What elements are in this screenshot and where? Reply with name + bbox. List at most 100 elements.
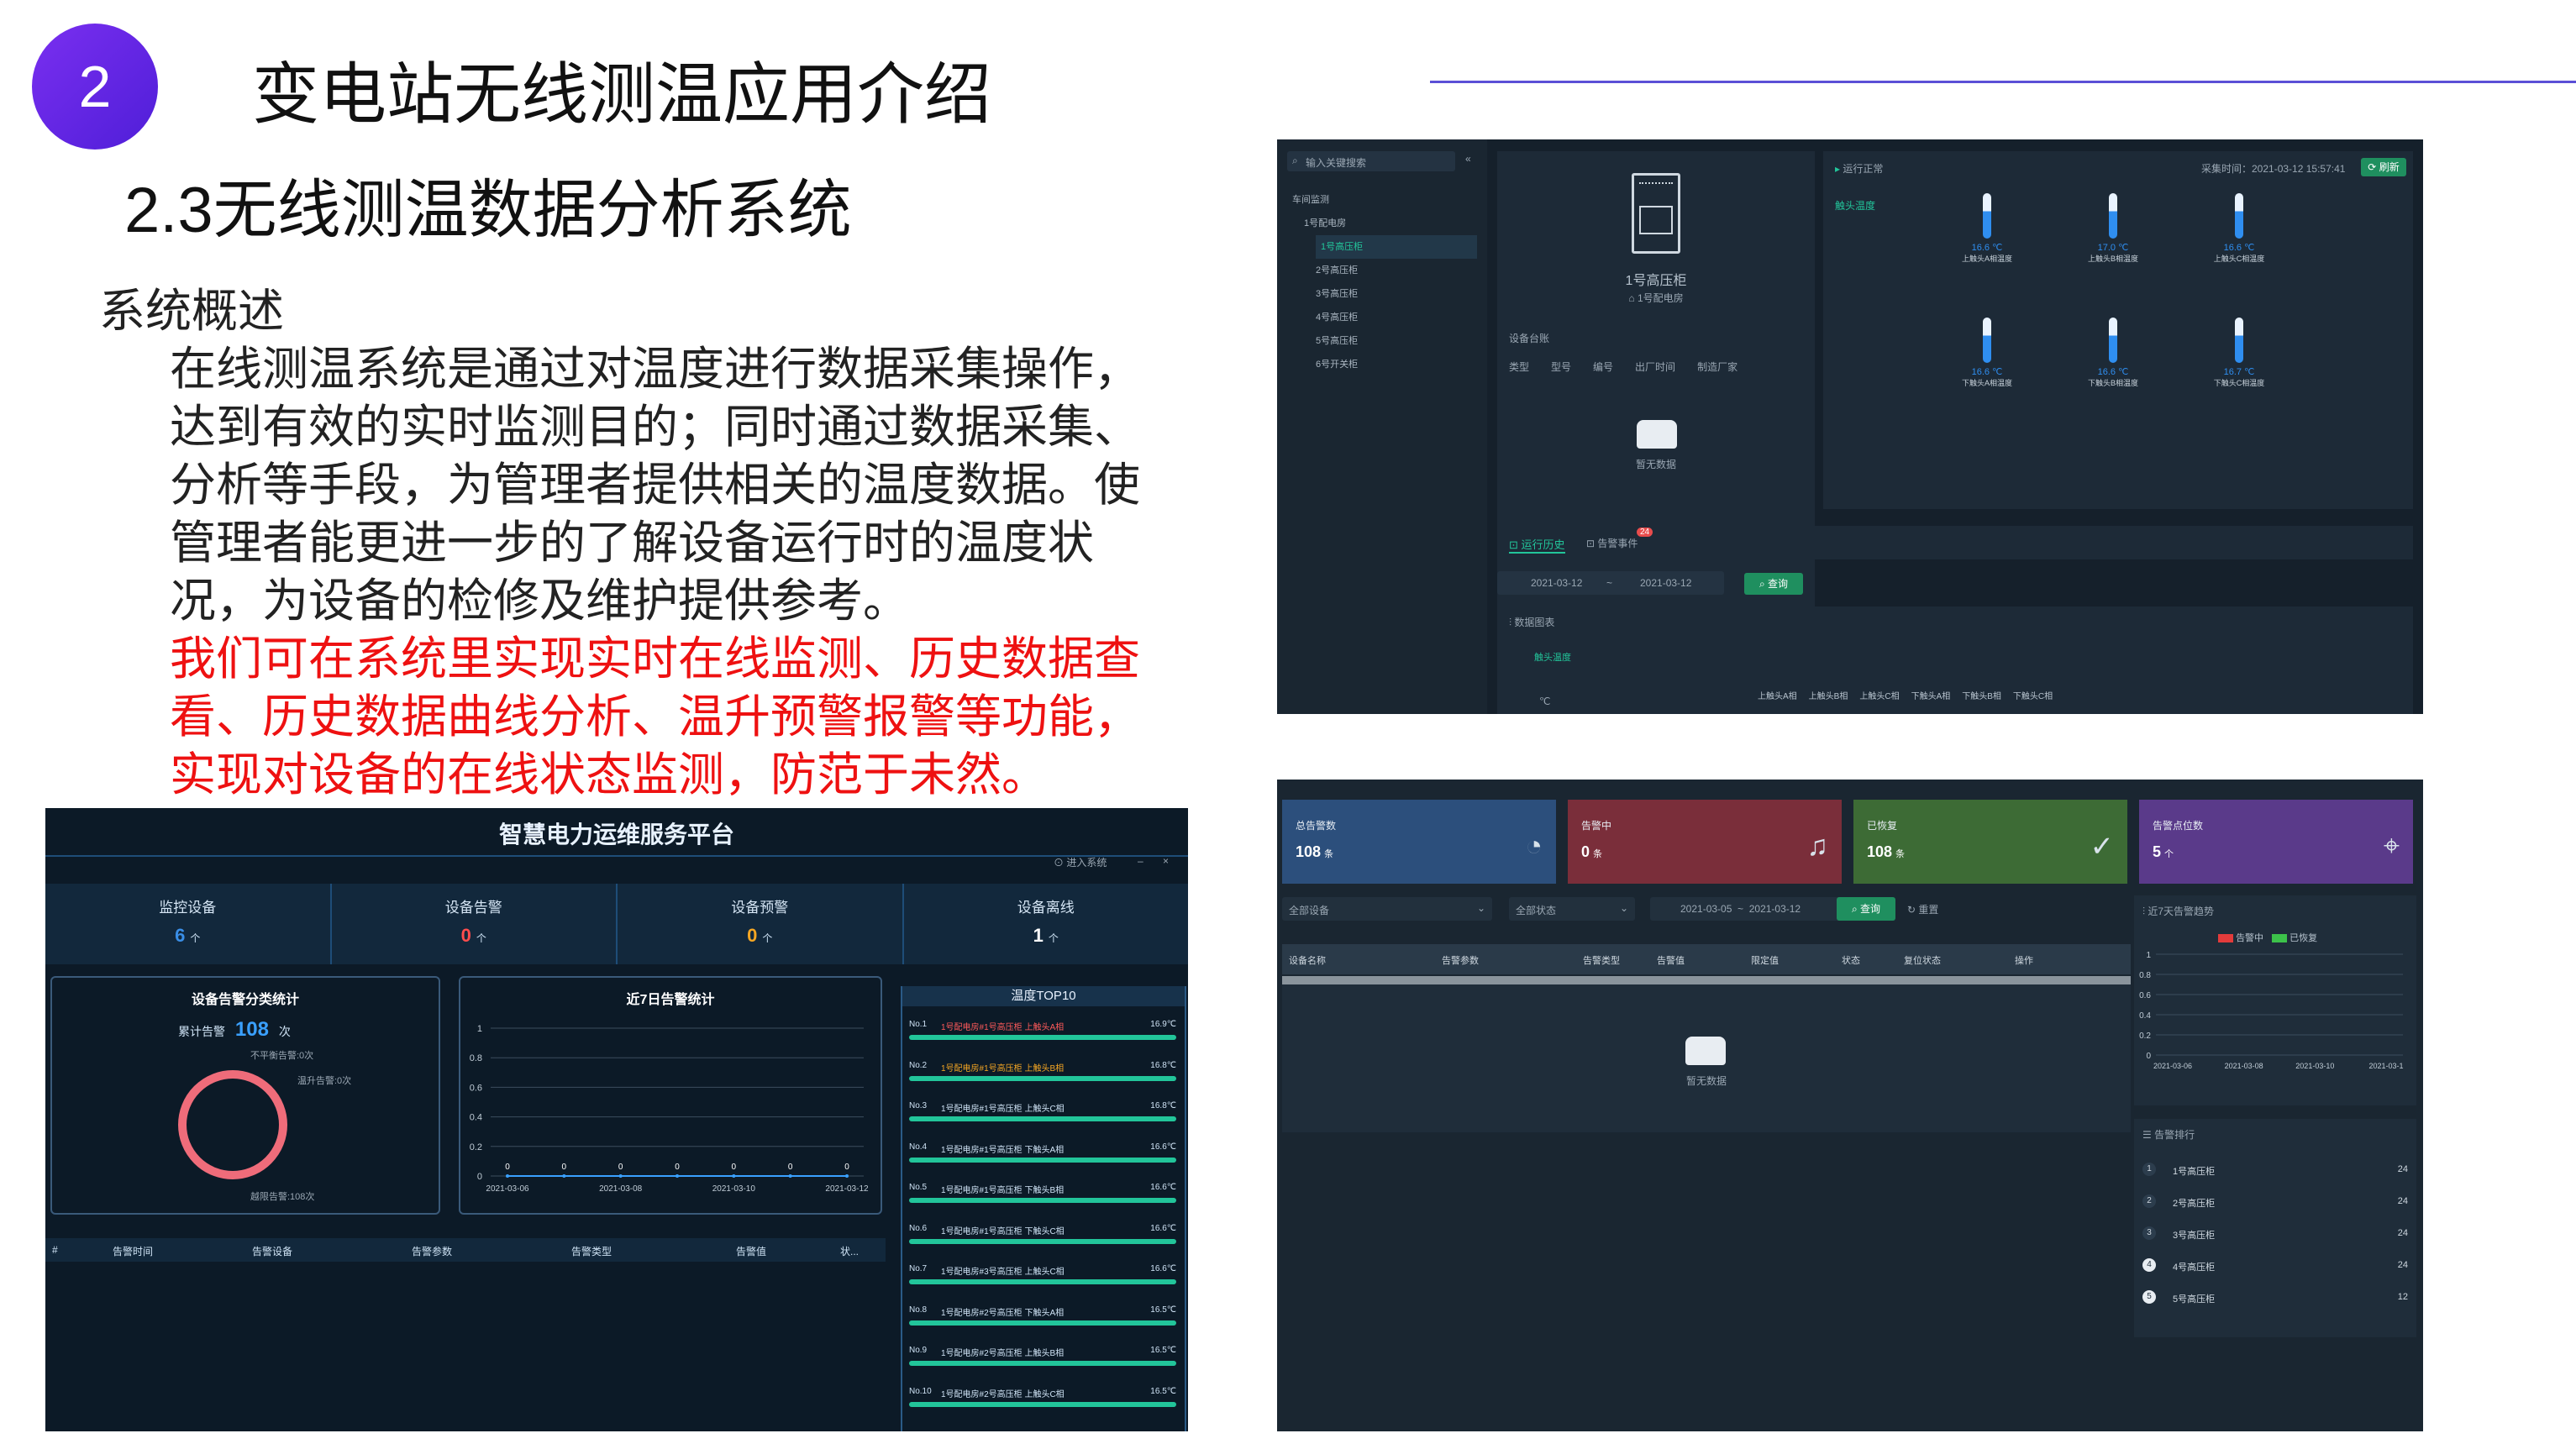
top10-bar xyxy=(909,1075,1176,1081)
summary-card[interactable]: 总告警数 108 条 ◔ xyxy=(1282,800,1556,884)
data-chart-panel: ⫶ 数据图表 触头温度 ℃ 上触头A相 上触头B相 上触头C相 下触头A相 下触头B相下… xyxy=(1497,606,2413,714)
top10-bar xyxy=(909,1401,1176,1407)
date-range-input[interactable]: 2021-03-12 ~ 2021-03-12 xyxy=(1497,571,1724,595)
rank-row[interactable]: 4 4号高压柜 24 xyxy=(2142,1252,2408,1284)
table-header-cell[interactable]: 限定值 xyxy=(1751,953,1779,967)
x-tick-label: 2021-03-10 xyxy=(712,1184,756,1194)
stat-value-row: 6个 xyxy=(45,925,330,947)
tree-item[interactable]: 2号高压柜 xyxy=(1316,259,1477,282)
tab-run-history[interactable]: ⊡ 运行历史 xyxy=(1509,536,1565,554)
legend-item[interactable]: 下触头B相 xyxy=(1962,689,2001,701)
table-header-cell[interactable]: 告警类型 xyxy=(1583,953,1620,967)
rank-row[interactable]: 1 1号高压柜 24 xyxy=(2142,1156,2408,1188)
tree-item[interactable]: 3号高压柜 xyxy=(1316,282,1477,306)
no-data-text: 暂无数据 xyxy=(1685,1075,1727,1087)
rank-name: 2号高压柜 xyxy=(2173,1199,2216,1209)
data-point xyxy=(732,1174,736,1178)
ring-label-unbalance: 不平衡告警:0次 xyxy=(250,1051,314,1061)
top10-name: 1号配电房#2号高压柜 上触头B相 xyxy=(941,1349,1065,1358)
legend-recovered: 已恢复 xyxy=(2272,931,2317,944)
reset-button[interactable]: ↻ 重置 xyxy=(1907,902,1938,916)
legend-item[interactable]: 上触头A相 xyxy=(1758,689,1797,701)
chart-legend: 上触头A相 上触头B相 上触头C相 下触头A相 下触头B相 下触头C相 xyxy=(1758,689,2053,701)
table-header-cell[interactable]: 状... xyxy=(840,1244,859,1258)
tree-search-input[interactable]: ⌕ 输入关键搜索 xyxy=(1287,151,1455,171)
data-label: 0 xyxy=(505,1163,510,1172)
top10-row: No.6 1号配电房#1号高压柜 下触头C相 16.6℃ xyxy=(907,1215,1178,1257)
x-tick-label: 2021-03-1 xyxy=(2368,1062,2403,1070)
query-button[interactable]: ⌕ 查询 xyxy=(1744,573,1803,595)
tree-item[interactable]: 1号配电房 xyxy=(1304,212,1477,235)
top10-name: 1号配电房#1号高压柜 上触头A相 xyxy=(941,1023,1065,1032)
table-header-cell[interactable]: # xyxy=(52,1244,58,1256)
legend-item[interactable]: 下触头A相 xyxy=(1911,689,1951,701)
summary-card[interactable]: 告警点位数 5 个 ⌖ xyxy=(2139,800,2413,884)
no-data-text: 暂无数据 xyxy=(1635,459,1676,470)
table-header-cell[interactable]: 告警设备 xyxy=(252,1244,292,1258)
chart-panel-title-text: 数据图表 xyxy=(1514,617,1555,628)
table-header-cell[interactable]: 复位状态 xyxy=(1904,953,1941,967)
refresh-button[interactable]: ⟳ 刷新 xyxy=(2361,158,2406,176)
chart-tab-touch-temp[interactable]: 触头温度 xyxy=(1534,650,1571,664)
table-header-cell[interactable]: 告警值 xyxy=(1657,953,1685,967)
tree-item[interactable]: 4号高压柜 xyxy=(1316,306,1477,329)
legend-item[interactable]: 下触头C相 xyxy=(2013,689,2053,701)
ledger-col: 制造厂家 xyxy=(1697,361,1738,373)
top10-name: 1号配电房#1号高压柜 下触头C相 xyxy=(941,1226,1065,1236)
card-value-row: 5个 xyxy=(2153,843,2174,861)
stat-unit: 个 xyxy=(1048,932,1059,944)
top10-temp: 16.6℃ xyxy=(1150,1142,1176,1152)
table-header-cell[interactable]: 状态 xyxy=(1842,953,1860,967)
top10-row: No.4 1号配电房#1号高压柜 下触头A相 16.6℃ xyxy=(907,1134,1178,1175)
empty-box-icon xyxy=(1685,1037,1726,1065)
tree-sidebar: ⌕ 输入关键搜索 « 车间监测 1号配电房 1号高压柜 2号高压柜 3号高压柜 4号高压柜… xyxy=(1277,139,1487,714)
rank-name: 5号高压柜 xyxy=(2173,1294,2216,1305)
top10-bar xyxy=(909,1320,1176,1326)
table-header-cell[interactable]: 告警值 xyxy=(736,1244,766,1258)
rank-row[interactable]: 3 3号高压柜 24 xyxy=(2142,1220,2408,1252)
summary-card[interactable]: 告警中 0 条 ♫ xyxy=(1568,800,1842,884)
tree-item[interactable]: 1号高压柜 xyxy=(1316,235,1477,259)
summary-card[interactable]: 已恢复 108 条 ✓ xyxy=(1853,800,2127,884)
top10-rank: No.8 xyxy=(909,1305,928,1315)
rank-panel: ☰ 告警排行 1 1号高压柜 24 2 2号高压柜 24 3 3号高压柜 24 4 4号高压柜 24 5… xyxy=(2134,1119,2416,1337)
query-button[interactable]: ⌕ 查询 xyxy=(1837,897,1895,921)
data-point xyxy=(562,1174,566,1178)
close-icon[interactable]: × xyxy=(1163,855,1169,867)
legend-item[interactable]: 上触头C相 xyxy=(1859,689,1899,701)
stat-cell: 设备告警 0 个 xyxy=(332,884,618,964)
data-point xyxy=(788,1174,792,1178)
rank-row[interactable]: 5 5号高压柜 12 xyxy=(2142,1284,2408,1315)
device-filter-select[interactable]: 全部设备 ⌄ xyxy=(1282,897,1492,921)
y-tick-label: 1 xyxy=(477,1024,482,1034)
minimize-icon[interactable]: – xyxy=(1138,855,1143,867)
rank-name: 4号高压柜 xyxy=(2173,1263,2216,1273)
table-header-cell[interactable]: 告警参数 xyxy=(412,1244,452,1258)
thermometer-icon xyxy=(2235,193,2243,239)
collapse-icon[interactable]: « xyxy=(1465,153,1471,165)
side-tab-touch-temp[interactable]: 触头温度 xyxy=(1835,198,1875,213)
rank-row[interactable]: 2 2号高压柜 24 xyxy=(2142,1188,2408,1220)
sensor-item: 16.6 ℃ 上触头A相温度 xyxy=(1932,193,2042,264)
tree-item[interactable]: 5号高压柜 xyxy=(1316,329,1477,353)
status-filter-select[interactable]: 全部状态 ⌄ xyxy=(1509,897,1635,921)
table-header-cell[interactable]: 设备名称 xyxy=(1289,953,1326,967)
table-header-cell[interactable]: 告警参数 xyxy=(1442,953,1479,967)
tree-item[interactable]: 6号开关柜 xyxy=(1316,353,1477,376)
table-header-cell[interactable]: 告警类型 xyxy=(571,1244,612,1258)
tree-item[interactable]: 车间监测 xyxy=(1292,188,1477,212)
thermometer-icon xyxy=(2109,193,2117,239)
tab-alarm-events[interactable]: ⊡ 告警事件 24 xyxy=(1586,528,1653,550)
rank-count: 24 xyxy=(2397,1260,2408,1270)
sensor-item: 16.7 ℃ 下触头C相温度 xyxy=(2184,318,2294,388)
legend-item[interactable]: 上触头B相 xyxy=(1809,689,1848,701)
table-header-cell[interactable]: 操作 xyxy=(2015,953,2033,967)
x-tick-label: 2021-03-06 xyxy=(486,1184,529,1194)
y-unit: ℃ xyxy=(1539,696,1551,707)
table-header-cell[interactable]: 告警时间 xyxy=(113,1244,153,1258)
enter-system-link[interactable]: ⊙ 进入系统 xyxy=(1054,855,1107,869)
stat-value: 0 xyxy=(460,925,471,946)
top10-temp: 16.6℃ xyxy=(1150,1264,1176,1273)
table-scrollbar[interactable] xyxy=(1282,976,2131,984)
thermometer-icon xyxy=(1983,193,1991,239)
